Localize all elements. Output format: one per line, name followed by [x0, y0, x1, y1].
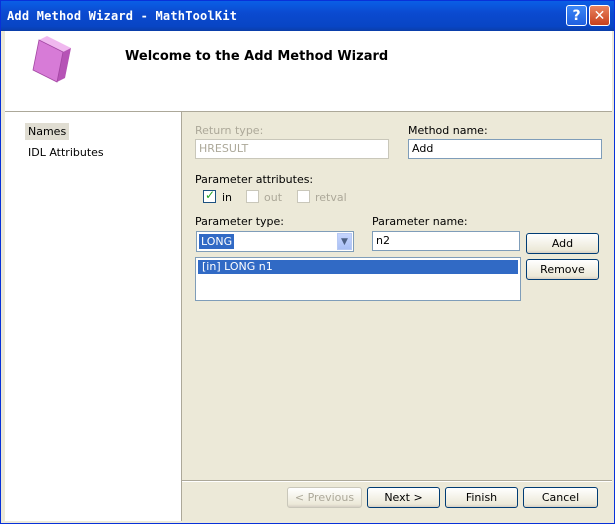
cancel-button[interactable]: Cancel [523, 487, 598, 508]
check-icon: ✓ [205, 188, 216, 202]
nav-item-names[interactable]: Names [25, 123, 70, 140]
list-item[interactable]: [in] LONG n1 [198, 260, 518, 274]
parameter-type-label: Parameter type: [195, 215, 285, 228]
add-button[interactable]: Add [526, 233, 599, 254]
parameter-type-value: LONG [199, 234, 235, 249]
method-name-field[interactable]: Add [408, 139, 602, 159]
return-type-label: Return type: [195, 124, 264, 137]
wizard-window: Add Method Wizard - MathToolKit ? ✕ Welc… [0, 0, 615, 524]
nav-item-idl-attributes[interactable]: IDL Attributes [25, 144, 107, 161]
help-button[interactable]: ? [566, 5, 587, 26]
close-button[interactable]: ✕ [589, 5, 610, 26]
remove-button[interactable]: Remove [526, 259, 599, 280]
out-label: out [264, 191, 283, 204]
return-type-field: HRESULT [195, 139, 389, 159]
parameter-type-dropdown[interactable]: LONG ▼ [196, 231, 354, 252]
pink-cube-icon [32, 36, 71, 83]
wizard-content: Return type: HRESULT Method name: Add Pa… [182, 112, 612, 521]
parameter-list[interactable]: [in] LONG n1 [195, 257, 521, 301]
finish-button[interactable]: Finish [445, 487, 518, 508]
in-label: in [222, 191, 233, 204]
window-title: Add Method Wizard - MathToolKit [7, 9, 238, 23]
page-title: Welcome to the Add Method Wizard [125, 49, 389, 64]
parameter-name-field[interactable]: n2 [372, 231, 520, 251]
retval-label: retval [315, 191, 347, 204]
parameter-name-label: Parameter name: [372, 215, 468, 228]
method-name-label: Method name: [408, 124, 488, 137]
title-bar[interactable]: Add Method Wizard - MathToolKit ? ✕ [1, 1, 614, 31]
footer-separator [182, 480, 612, 482]
wizard-nav: Names IDL Attributes [5, 112, 182, 521]
previous-button[interactable]: < Previous [287, 487, 362, 508]
wizard-header: Welcome to the Add Method Wizard [5, 31, 612, 112]
in-checkbox[interactable]: ✓ [203, 188, 216, 203]
out-checkbox[interactable] [246, 190, 259, 203]
chevron-down-icon[interactable]: ▼ [337, 233, 352, 250]
retval-checkbox[interactable] [297, 190, 310, 203]
parameter-attributes-label: Parameter attributes: [195, 173, 314, 186]
next-button[interactable]: Next > [367, 487, 440, 508]
